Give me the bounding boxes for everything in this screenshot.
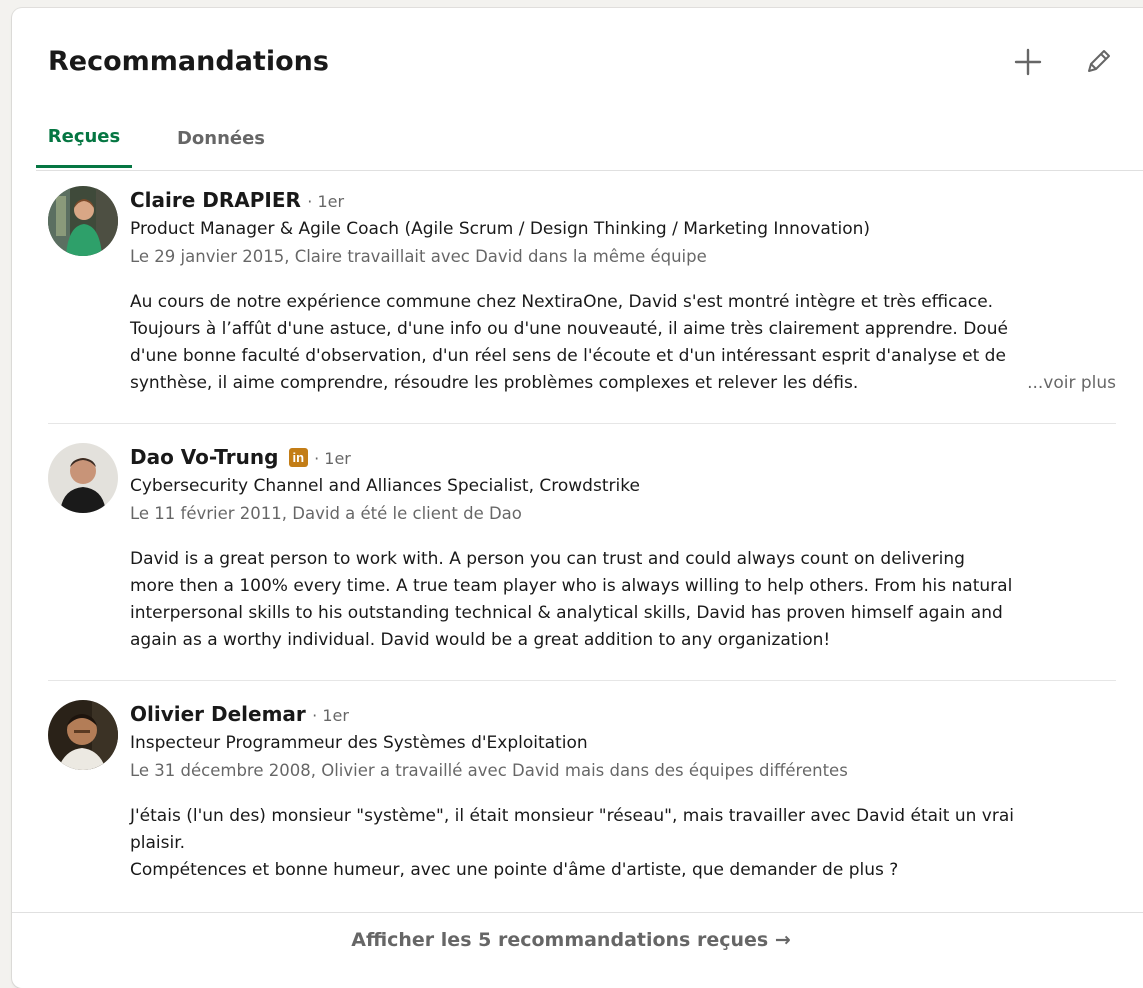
connection-degree: · 1er bbox=[307, 192, 345, 211]
tab-given[interactable]: Données bbox=[166, 108, 276, 168]
recommender-headline: Cybersecurity Channel and Alliances Spec… bbox=[130, 476, 640, 496]
tab-received[interactable]: Reçues bbox=[36, 108, 132, 168]
show-all-recommendations-link[interactable]: Afficher les 5 recommandations reçues → bbox=[12, 929, 1130, 951]
avatar[interactable] bbox=[48, 186, 118, 256]
divider bbox=[48, 680, 1116, 681]
section-header: Recommandations bbox=[12, 8, 1143, 108]
recommender-headline: Product Manager & Agile Coach (Agile Scr… bbox=[130, 219, 871, 239]
recommendation-text: Au cours de notre expérience commune che… bbox=[130, 289, 1116, 397]
show-all-footer: Afficher les 5 recommandations reçues → bbox=[12, 912, 1143, 983]
recommendation-tabs: Reçues Données bbox=[36, 108, 1143, 171]
recommendation-item: Olivier Delemar · 1er Inspecteur Program… bbox=[48, 700, 1116, 900]
connection-degree: · 1er bbox=[312, 706, 349, 725]
divider bbox=[48, 423, 1116, 424]
recommendations-card: Recommandations Reçues Données Claire DR… bbox=[12, 8, 1143, 988]
see-more-link[interactable]: ...voir plus bbox=[1027, 370, 1116, 397]
recommender-name-line: Dao Vo-Trung in · 1er bbox=[130, 443, 1116, 471]
recommendation-item: Dao Vo-Trung in · 1er Cybersecurity Chan… bbox=[48, 443, 1116, 673]
connection-degree: · 1er bbox=[314, 449, 351, 468]
recommender-name[interactable]: Dao Vo-Trung bbox=[130, 445, 278, 469]
recommendation-meta: Le 31 décembre 2008, Olivier a travaillé… bbox=[130, 761, 848, 780]
recommendation-meta: Le 29 janvier 2015, Claire travaillait a… bbox=[130, 247, 707, 266]
recommendation-text: J'étais (l'un des) monsieur "système", i… bbox=[130, 806, 1014, 880]
avatar[interactable] bbox=[48, 700, 118, 770]
edit-recommendations-button[interactable] bbox=[1080, 44, 1116, 80]
recommender-name[interactable]: Claire DRAPIER bbox=[130, 188, 301, 212]
pencil-icon bbox=[1088, 50, 1110, 72]
recommender-headline: Inspecteur Programmeur des Systèmes d'Ex… bbox=[130, 733, 588, 753]
linkedin-premium-icon: in bbox=[288, 448, 308, 467]
recommender-name-line: Claire DRAPIER · 1er bbox=[130, 186, 1116, 214]
recommendation-item: Claire DRAPIER · 1er Product Manager & A… bbox=[48, 186, 1116, 416]
recommender-name-line: Olivier Delemar · 1er bbox=[130, 700, 1116, 728]
recommender-name[interactable]: Olivier Delemar bbox=[130, 702, 306, 726]
section-title: Recommandations bbox=[48, 46, 329, 77]
recommendation-meta: Le 11 février 2011, David a été le clien… bbox=[130, 504, 522, 523]
avatar[interactable] bbox=[48, 443, 118, 513]
add-recommendation-button[interactable] bbox=[1010, 44, 1046, 80]
recommendation-text: David is a great person to work with. A … bbox=[130, 549, 1013, 650]
plus-icon bbox=[1014, 48, 1042, 76]
